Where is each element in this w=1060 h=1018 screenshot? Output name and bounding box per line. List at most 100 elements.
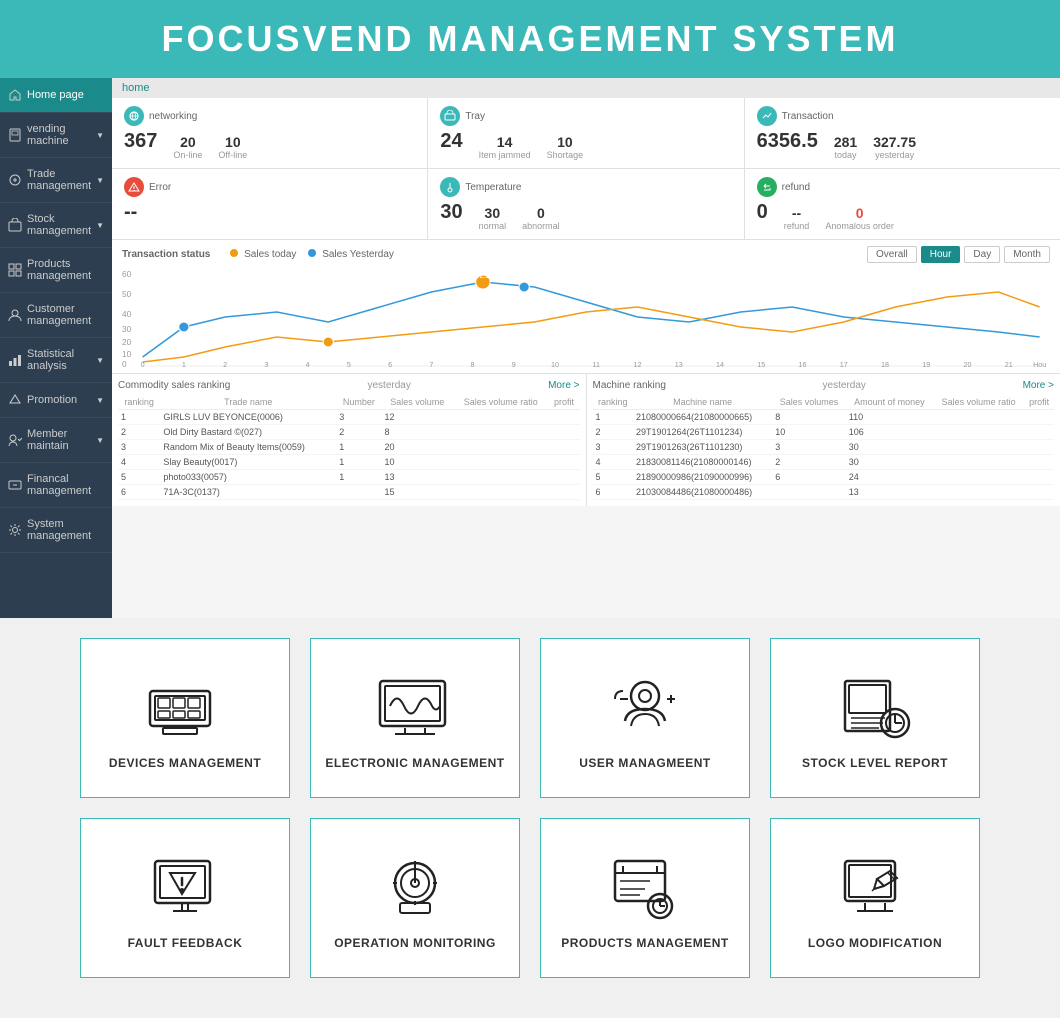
col-profit: profit — [548, 395, 579, 410]
legend-today: Sales today — [230, 249, 296, 260]
tray-stat: Tray 24 14 Item jammed 10 Shortage — [428, 98, 744, 168]
machine-yesterday: yesterday — [823, 380, 866, 391]
sidebar-item-vending-machine[interactable]: vending machine ▼ — [0, 113, 112, 158]
sidebar-item-financial-management[interactable]: Financal management — [0, 463, 112, 508]
operation-monitoring-label: OPERATION MONITORING — [334, 936, 496, 950]
card-operation-monitoring[interactable]: OPERATION MONITORING — [310, 818, 520, 978]
sidebar-item-products-management[interactable]: Products management — [0, 248, 112, 293]
svg-text:13: 13 — [675, 361, 683, 367]
table-row: 421830081146(21080000146)230 — [593, 455, 1055, 470]
stats-icon — [8, 353, 22, 367]
chevron-down-icon: ▼ — [96, 176, 104, 185]
commodity-table: Commodity sales ranking yesterday More >… — [112, 374, 587, 506]
col-sales-volumes: Sales volumes — [772, 395, 846, 410]
stock-icon — [8, 218, 22, 232]
networking-online-count: 20 — [173, 134, 202, 150]
products-management-icon — [605, 846, 685, 926]
card-electronic-management[interactable]: ELECTRONIC MANAGEMENT — [310, 638, 520, 798]
tray-jammed-label: Item jammed — [479, 150, 531, 160]
sidebar-item-statistical-analysis[interactable]: Statistical analysis ▼ — [0, 338, 112, 383]
card-fault-feedback[interactable]: FAULT FEEDBACK — [80, 818, 290, 978]
transaction-stat: Transaction 6356.5 281 today 327.75 yest… — [745, 98, 1060, 168]
error-icon — [124, 177, 144, 197]
svg-text:8: 8 — [471, 361, 475, 367]
col-number: Number — [336, 395, 381, 410]
sidebar-item-trade-management[interactable]: Trade management ▼ — [0, 158, 112, 203]
sidebar-item-member-maintain[interactable]: Member maintain ▼ — [0, 418, 112, 463]
products-management-label: PRODUCTS MANAGEMENT — [561, 936, 729, 950]
svg-text:16: 16 — [799, 361, 807, 367]
commodity-more[interactable]: More > — [548, 380, 579, 391]
card-products-management[interactable]: PRODUCTS MANAGEMENT — [540, 818, 750, 978]
app-header: FOCUSVEND MANAGEMENT SYSTEM — [0, 0, 1060, 78]
financial-icon — [8, 478, 22, 492]
transaction-yesterday-label: yesterday — [873, 150, 916, 160]
sidebar-item-stock-management[interactable]: Stock management ▼ — [0, 203, 112, 248]
networking-label: networking — [149, 111, 197, 122]
transaction-icon — [757, 106, 777, 126]
dashboard: home networking 367 20 On-line — [112, 78, 1060, 618]
temperature-normal-label: normal — [479, 221, 507, 231]
sidebar-item-label: Trade management — [27, 168, 94, 192]
col-ranking: ranking — [593, 395, 634, 410]
sidebar-item-promotion[interactable]: Promotion ▼ — [0, 383, 112, 418]
chart-title: Transaction status — [122, 249, 210, 260]
chart-tab-overall[interactable]: Overall — [867, 246, 917, 263]
cards-row-2: FAULT FEEDBACK OPERATION MONITORING — [80, 818, 980, 978]
table-row: 1GIRLS LUV BEYONCE(0006)312 — [118, 410, 580, 425]
chart-legend: Transaction status Sales today Sales Yes… — [122, 249, 394, 260]
table-row: 621030084486(21080000486)13 — [593, 485, 1055, 500]
svg-text:11: 11 — [593, 361, 601, 367]
products-icon — [8, 263, 22, 277]
col-sales-ratio: Sales volume ratio — [453, 395, 548, 410]
svg-text:19: 19 — [922, 361, 930, 367]
tray-label: Tray — [465, 111, 485, 122]
networking-icon — [124, 106, 144, 126]
machine-more[interactable]: More > — [1023, 380, 1054, 391]
col-trade-name: Trade name — [160, 395, 336, 410]
sidebar-item-label: Statistical analysis — [27, 348, 94, 372]
tray-shortage-label: Shortage — [547, 150, 584, 160]
chart-tab-day[interactable]: Day — [964, 246, 1000, 263]
card-logo-modification[interactable]: LOGO MODIFICATION — [770, 818, 980, 978]
user-management-icon — [605, 666, 685, 746]
card-stock-level-report[interactable]: STOCK LEVEL REPORT — [770, 638, 980, 798]
chevron-down-icon: ▼ — [96, 436, 104, 445]
table-row: 2Old Dirty Bastard ©(027)28 — [118, 425, 580, 440]
chart-tabs: Overall Hour Day Month — [867, 246, 1050, 263]
svg-text:3: 3 — [264, 361, 268, 367]
svg-text:0: 0 — [520, 276, 525, 285]
svg-text:36: 36 — [174, 316, 184, 325]
tables-row: Commodity sales ranking yesterday More >… — [112, 374, 1060, 506]
card-devices-management[interactable]: DEVICES MANAGEMENT — [80, 638, 290, 798]
machine-title: Machine ranking — [593, 380, 666, 391]
svg-text:14: 14 — [716, 361, 724, 367]
error-stat: Error -- — [112, 169, 428, 239]
chart-tab-hour[interactable]: Hour — [921, 246, 961, 263]
sidebar-item-customer-management[interactable]: Customer management — [0, 293, 112, 338]
networking-online-label: On-line — [173, 150, 202, 160]
chart-tab-month[interactable]: Month — [1004, 246, 1050, 263]
breadcrumb-home[interactable]: home — [122, 82, 150, 94]
sidebar-item-label: Financal management — [27, 473, 104, 497]
refund-val-label: refund — [784, 221, 810, 231]
tray-total: 24 — [440, 130, 462, 153]
sidebar-item-label: Products management — [27, 258, 104, 282]
logo-modification-label: LOGO MODIFICATION — [808, 936, 942, 950]
stock-level-report-label: STOCK LEVEL REPORT — [802, 756, 948, 770]
svg-text:4: 4 — [306, 361, 310, 367]
svg-text:32.2: 32.2 — [475, 271, 492, 280]
temperature-abnormal-label: abnormal — [522, 221, 560, 231]
sidebar-item-system-management[interactable]: System management — [0, 508, 112, 553]
transaction-today-label: today — [834, 150, 857, 160]
svg-text:17: 17 — [840, 361, 848, 367]
cards-row-1: DEVICES MANAGEMENT ELECTRONIC MANAGEMENT — [80, 638, 980, 798]
sidebar-item-label: Promotion — [27, 394, 94, 406]
chevron-down-icon: ▼ — [96, 131, 104, 140]
svg-text:10: 10 — [551, 361, 559, 367]
card-user-management[interactable]: USER MANAGMEENT — [540, 638, 750, 798]
sidebar-item-home-page[interactable]: Home page — [0, 78, 112, 113]
temperature-stat: Temperature 30 30 normal 0 abnormal — [428, 169, 744, 239]
trade-icon — [8, 173, 22, 187]
table-row: 5photo033(0057)113 — [118, 470, 580, 485]
